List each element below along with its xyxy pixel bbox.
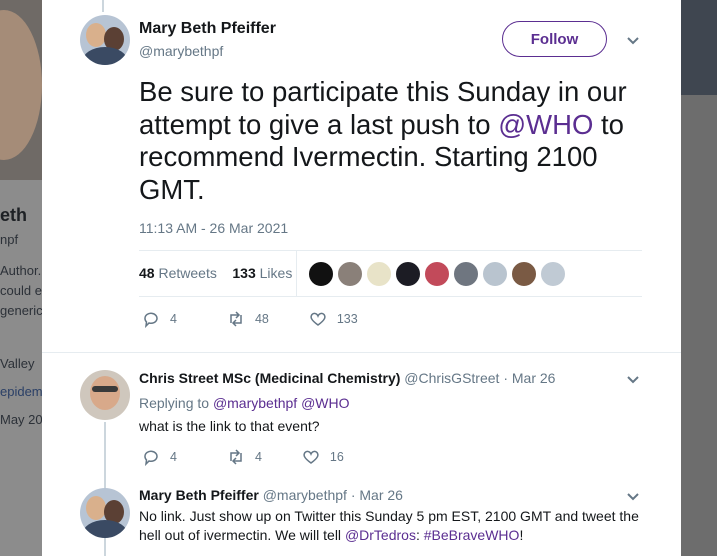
reply-count: 4 — [170, 450, 177, 464]
reply-icon — [144, 450, 158, 466]
engagement-stats: 48 Retweets 133 Likes — [139, 265, 292, 281]
section-divider — [42, 352, 681, 353]
retweet-button[interactable]: 48 — [227, 310, 269, 328]
replying-to: Replying to @marybethpf @WHO — [139, 395, 350, 411]
reply-author-name[interactable]: Mary Beth Pfeiffer — [139, 487, 259, 503]
liker-avatar[interactable] — [482, 261, 508, 287]
background-bio-line: generic — [0, 303, 42, 318]
liker-avatar[interactable] — [308, 261, 334, 287]
thread-line — [102, 0, 104, 12]
hashtag-link[interactable]: #BeBraveWHO — [424, 527, 520, 543]
stats-separator — [296, 250, 297, 296]
like-button[interactable]: 16 — [302, 448, 344, 466]
reply-count: 4 — [170, 312, 177, 326]
reply-author-handle[interactable]: @marybethpf — [263, 487, 347, 503]
heart-icon — [310, 312, 326, 326]
tweet-text: Be sure to participate this Sunday in ou… — [139, 76, 659, 206]
reply-header: Chris Street MSc (Medicinal Chemistry) @… — [139, 370, 555, 386]
reply-button[interactable]: 4 — [142, 310, 177, 328]
chevron-down-icon[interactable] — [626, 372, 640, 386]
reply-author-name[interactable]: Chris Street MSc (Medicinal Chemistry) — [139, 370, 400, 386]
background-profile-photo — [0, 0, 42, 180]
retweet-count: 48 — [254, 312, 269, 326]
reply-button[interactable]: 4 — [142, 448, 177, 466]
author-handle[interactable]: @marybethpf — [139, 43, 223, 59]
chevron-down-icon[interactable] — [626, 33, 640, 47]
divider — [139, 250, 642, 251]
reply-actions: 4 4 16 — [142, 448, 384, 466]
background-profile-column: eth npf Author. could e generic Valley e… — [0, 0, 42, 556]
background-right-column — [681, 0, 717, 556]
divider — [139, 296, 642, 297]
likes-stat[interactable]: 133 Likes — [232, 265, 292, 281]
background-location: Valley — [0, 356, 35, 371]
reply-author-handle[interactable]: @ChrisGStreet — [404, 370, 499, 386]
reply-avatar[interactable] — [80, 488, 130, 538]
reply-date[interactable]: · Mar 26 — [351, 487, 403, 503]
tweet-modal: Mary Beth Pfeiffer @marybethpf Follow Be… — [42, 0, 681, 556]
retweet-count: 4 — [254, 450, 262, 464]
reply-text: what is the link to that event? — [139, 418, 320, 434]
reply-text-line: No link. Just show up on Twitter this Su… — [139, 508, 639, 524]
liker-avatar[interactable] — [366, 261, 392, 287]
mention-link[interactable]: @marybethpf — [213, 395, 297, 411]
retweet-icon — [230, 449, 242, 465]
liker-avatar[interactable] — [337, 261, 363, 287]
reply-date[interactable]: · Mar 26 — [503, 370, 555, 386]
background-bio-line: could e — [0, 283, 42, 298]
follow-button[interactable]: Follow — [502, 21, 607, 57]
mention-link[interactable]: @WHO — [301, 395, 349, 411]
author-name[interactable]: Mary Beth Pfeiffer — [139, 20, 276, 38]
like-button[interactable]: 133 — [309, 310, 358, 328]
liker-avatar[interactable] — [395, 261, 421, 287]
likers-avatars — [308, 261, 569, 287]
retweet-button[interactable]: 4 — [227, 448, 262, 466]
liker-avatar[interactable] — [540, 261, 566, 287]
tweet-actions: 4 48 133 — [142, 310, 398, 328]
background-header-image — [681, 0, 717, 95]
background-bio-line: Author. — [0, 263, 42, 278]
chevron-down-icon[interactable] — [626, 489, 640, 503]
author-avatar[interactable] — [80, 15, 130, 65]
retweets-stat[interactable]: 48 Retweets — [139, 265, 217, 281]
reply-text-line: hell out of ivermectin. We will tell @Dr… — [139, 527, 524, 543]
background-link: epidem — [0, 384, 42, 399]
background-joined: May 20 — [0, 412, 42, 427]
heart-icon — [303, 450, 319, 464]
reply-icon — [144, 312, 158, 328]
liker-avatar[interactable] — [424, 261, 450, 287]
like-count: 16 — [329, 450, 344, 464]
retweet-icon — [230, 311, 242, 327]
mention-link[interactable]: @DrTedros — [345, 527, 416, 543]
background-profile-name: eth — [0, 205, 27, 225]
reply-header: Mary Beth Pfeiffer @marybethpf · Mar 26 — [139, 487, 403, 503]
mention-link[interactable]: @WHO — [498, 109, 593, 140]
background-profile-handle: npf — [0, 232, 19, 247]
liker-avatar[interactable] — [511, 261, 537, 287]
liker-avatar[interactable] — [453, 261, 479, 287]
like-count: 133 — [336, 312, 358, 326]
tweet-timestamp[interactable]: 11:13 AM - 26 Mar 2021 — [139, 220, 288, 236]
reply-avatar[interactable] — [80, 370, 130, 420]
